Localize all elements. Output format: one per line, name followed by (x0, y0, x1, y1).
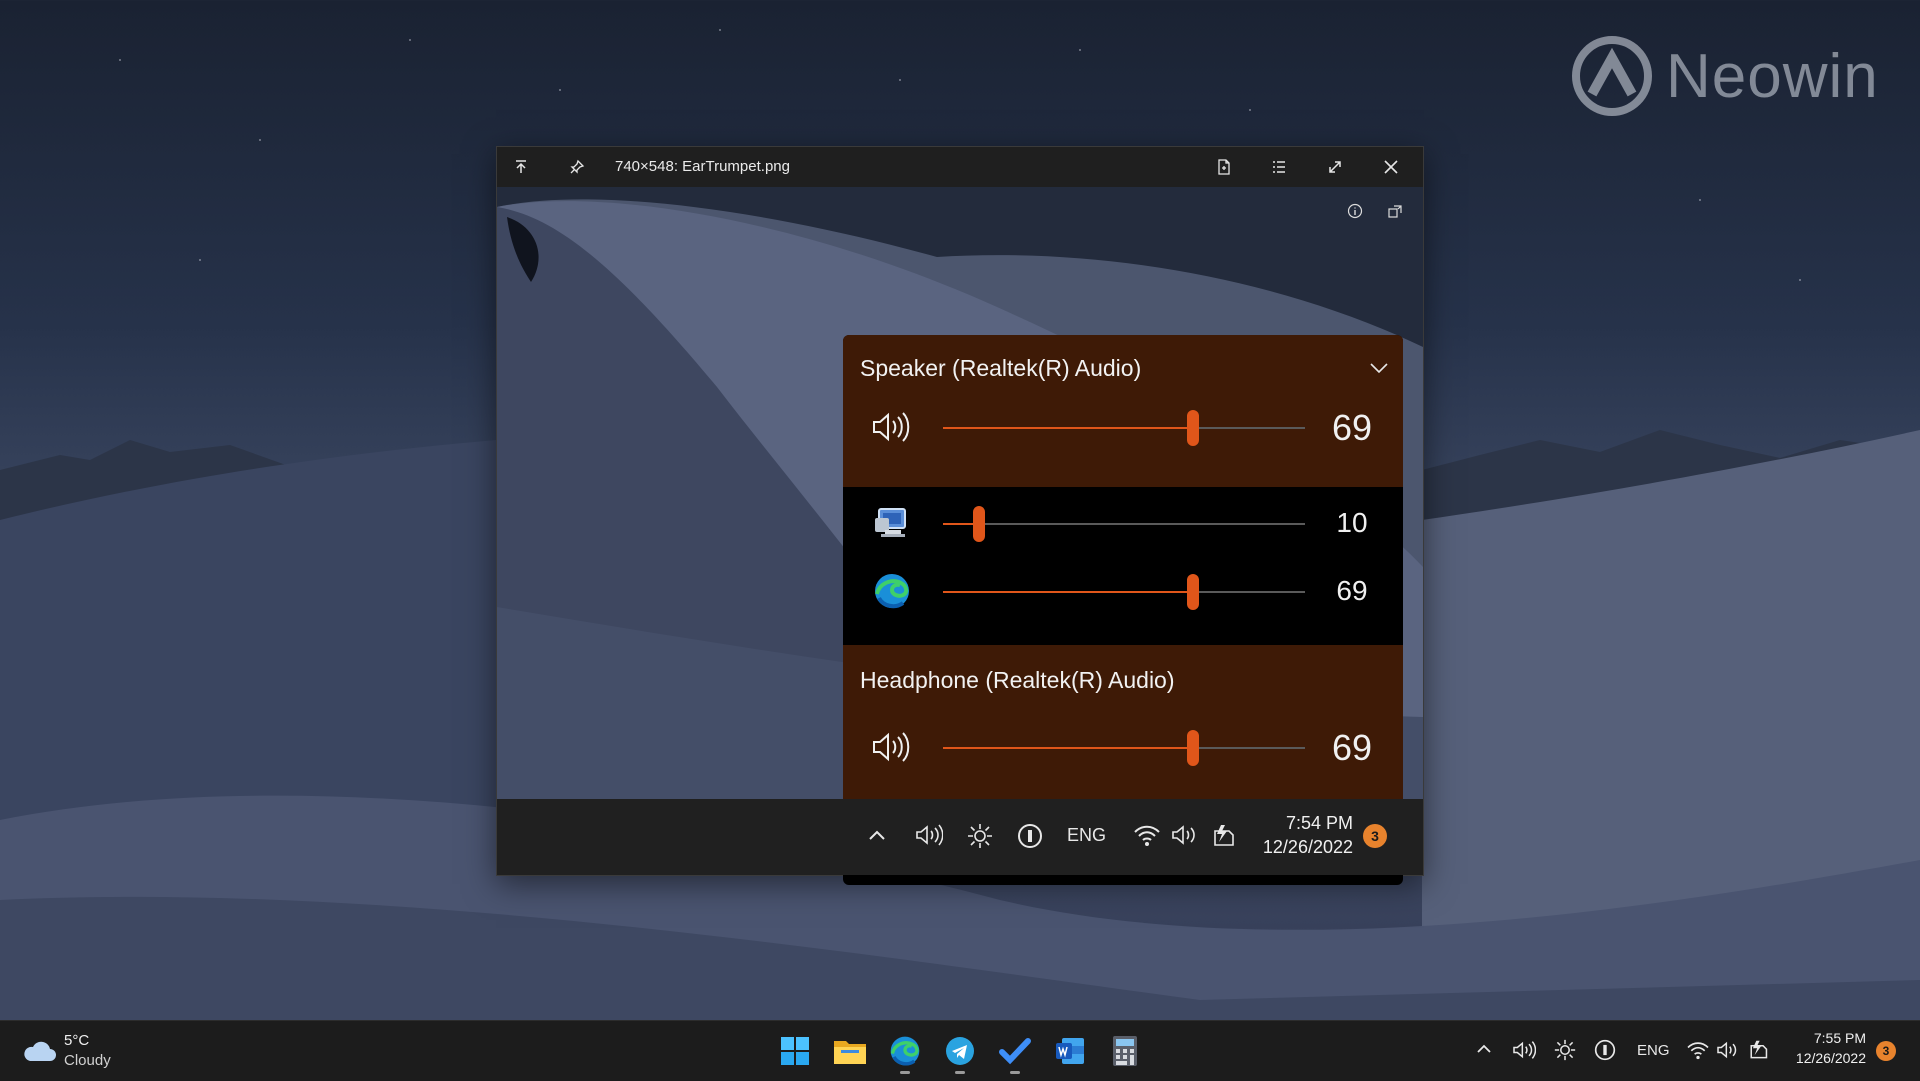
list-icon[interactable] (1267, 155, 1291, 179)
windows-start-icon[interactable] (775, 1031, 815, 1071)
volume-value: 69 (1331, 407, 1373, 448)
volume-slider-thumb[interactable] (1186, 410, 1199, 446)
speaker-icon[interactable] (871, 727, 913, 767)
app-volume-row: 10 (843, 493, 1403, 553)
volume-value: 69 (1331, 727, 1373, 768)
edge-icon[interactable] (885, 1031, 925, 1071)
running-indicator (1010, 1071, 1020, 1074)
system-sounds-icon (871, 503, 913, 543)
battery-charging-icon[interactable] (1746, 1039, 1770, 1066)
todo-icon[interactable] (995, 1031, 1035, 1071)
pin-top-icon[interactable] (509, 155, 533, 179)
volume-slider[interactable] (943, 506, 1305, 542)
device-headphone: Headphone (Realtek(R) Audio) 69 (843, 645, 1403, 799)
clock-time: 7:54 PM (1285, 813, 1353, 833)
weather-condition: Cloudy (64, 1052, 111, 1069)
close-icon[interactable] (1379, 155, 1403, 179)
device-speaker: Speaker (Realtek(R) Audio) 69 (843, 335, 1403, 487)
onepassword-icon[interactable] (1594, 1039, 1616, 1066)
notification-badge[interactable]: 3 (1363, 824, 1387, 848)
switch-icon[interactable] (1387, 203, 1407, 223)
device-name: Headphone (Realtek(R) Audio) (860, 667, 1175, 693)
clock-time: 7:55 PM (1813, 1030, 1866, 1046)
volume-icon[interactable] (1171, 823, 1199, 852)
onepassword-icon[interactable] (1017, 823, 1043, 854)
telegram-icon[interactable] (940, 1031, 980, 1071)
inner-clock[interactable]: 7:54 PM 12/26/2022 (1237, 811, 1353, 859)
brightness-icon[interactable] (967, 823, 993, 854)
neowin-logo-icon (1572, 36, 1652, 116)
device-volume-row: 69 (843, 397, 1403, 457)
wifi-icon[interactable] (1686, 1040, 1710, 1065)
battery-charging-icon[interactable] (1209, 823, 1237, 854)
speaker-icon[interactable] (871, 407, 913, 447)
edge-icon (871, 571, 913, 611)
clock-date: 12/26/2022 (1795, 1050, 1866, 1066)
running-indicator (955, 1071, 965, 1074)
volume-icon[interactable] (1716, 1040, 1740, 1065)
new-document-icon[interactable] (1212, 155, 1236, 179)
image-viewer-window: 740×548: EarTrumpet.png Speaker (Realtek… (496, 146, 1424, 885)
eartrumpet-tray-icon[interactable] (1512, 1040, 1537, 1065)
volume-value: 10 (1336, 507, 1368, 538)
device-name: Speaker (Realtek(R) Audio) (860, 355, 1142, 381)
watermark-text: Neowin (1666, 41, 1879, 111)
device-volume-row: 69 (843, 717, 1403, 777)
calculator-icon[interactable] (1105, 1031, 1145, 1071)
viewer-title: 740×548: EarTrumpet.png (615, 158, 790, 175)
volume-value: 69 (1336, 575, 1368, 606)
word-icon[interactable] (1050, 1031, 1090, 1071)
volume-slider-thumb[interactable] (1186, 730, 1199, 766)
language-indicator[interactable]: ENG (1637, 1042, 1670, 1059)
viewer-titlebar: 740×548: EarTrumpet.png (497, 147, 1423, 187)
app-volume-row: 69 (843, 561, 1403, 621)
wifi-icon[interactable] (1133, 823, 1161, 852)
info-icon[interactable] (1347, 203, 1367, 223)
taskbar: 5°C Cloudy ENG 7:55 PM 12/26/2022 3 (0, 1020, 1920, 1081)
eartrumpet-tray-icon[interactable] (915, 823, 944, 852)
language-indicator[interactable]: ENG (1067, 825, 1106, 846)
cloud-icon (24, 1041, 56, 1061)
file-explorer-icon[interactable] (830, 1031, 870, 1071)
chevron-up-icon[interactable] (867, 825, 887, 850)
volume-slider[interactable] (943, 574, 1305, 610)
clock-date: 12/26/2022 (1262, 837, 1353, 857)
inner-taskbar: ENG 7:54 PM 12/26/2022 3 (497, 799, 1423, 875)
volume-slider[interactable] (943, 410, 1305, 446)
pin-icon[interactable] (565, 155, 589, 179)
taskbar-clock[interactable]: 7:55 PM 12/26/2022 (1770, 1028, 1866, 1068)
running-indicator (900, 1071, 910, 1074)
chevron-up-icon[interactable] (1476, 1041, 1492, 1062)
notification-badge[interactable]: 3 (1876, 1041, 1896, 1061)
brightness-icon[interactable] (1554, 1039, 1576, 1066)
weather-temp: 5°C (64, 1032, 90, 1049)
volume-slider-thumb[interactable] (973, 506, 986, 542)
weather-widget[interactable]: 5°C Cloudy (20, 1031, 140, 1073)
neowin-watermark: Neowin (1572, 36, 1879, 116)
expand-icon[interactable] (1323, 155, 1347, 179)
chevron-down-icon[interactable] (1368, 357, 1390, 379)
volume-slider-thumb[interactable] (1186, 574, 1199, 610)
volume-slider[interactable] (943, 730, 1305, 766)
